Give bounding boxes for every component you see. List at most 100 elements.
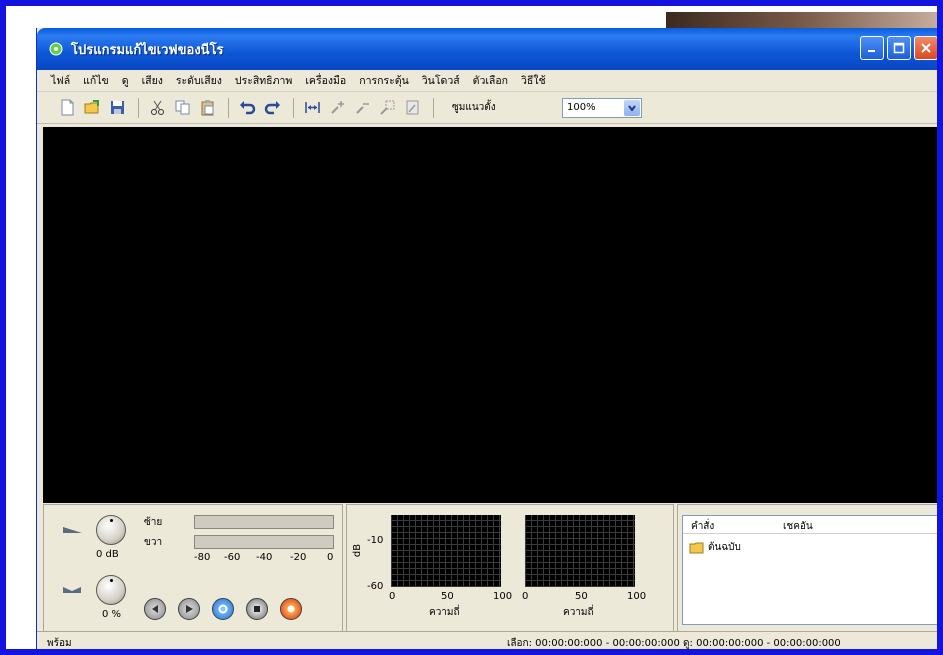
menu-effects[interactable]: ประสิทธิภาพ (235, 72, 292, 89)
loop-button[interactable] (212, 598, 234, 620)
record-icon (287, 605, 295, 613)
copy-icon (175, 100, 189, 115)
meter-tick: -80 (194, 552, 211, 563)
zoom-out-button[interactable] (352, 98, 372, 118)
close-icon (921, 43, 931, 53)
zoom-selection-button[interactable] (377, 98, 397, 118)
zoom-selection-icon (379, 100, 394, 115)
volume-knob[interactable] (96, 515, 126, 545)
rewind-icon (152, 605, 158, 613)
rewind-button[interactable] (144, 598, 166, 620)
screenshot-frame: โปรแกรมแก้ไขเวฟของนีโร ไฟล์ แก้ไข ดู เสี… (0, 0, 943, 655)
menu-help[interactable]: วิธีใช้ (521, 72, 546, 89)
stop-button[interactable] (246, 598, 268, 620)
stop-icon (254, 606, 260, 612)
menu-view[interactable]: ดู (122, 72, 129, 89)
menu-file[interactable]: ไฟล์ (51, 72, 70, 89)
menu-audio[interactable]: เสียง (142, 72, 163, 89)
undo-icon (239, 101, 255, 115)
new-file-icon (61, 99, 73, 116)
copy-button[interactable] (172, 98, 192, 118)
meter-tick: -20 (290, 552, 307, 563)
title-bar[interactable]: โปรแกรมแก้ไขเวฟของนีโร (37, 28, 937, 70)
paste-button[interactable] (197, 98, 217, 118)
menu-options[interactable]: ตัวเลือก (473, 72, 508, 89)
undo-button[interactable] (237, 98, 257, 118)
toolbar-separator (433, 97, 434, 118)
new-file-button[interactable] (57, 98, 77, 118)
maximize-icon (893, 42, 905, 54)
toolbar-separator (293, 97, 294, 118)
window-title: โปรแกรมแก้ไขเวฟของนีโร (71, 42, 224, 58)
toolbar-separator (138, 97, 139, 118)
spectrum-x-tick: 0 (522, 591, 529, 602)
column-checkpoint[interactable]: เชคอัน (783, 519, 813, 534)
close-button[interactable] (914, 36, 937, 60)
redo-icon (264, 101, 280, 115)
save-button[interactable] (107, 98, 127, 118)
toolbar-separator (228, 97, 229, 118)
right-level-meter (194, 535, 334, 549)
spectrum-x-tick: 50 (575, 591, 588, 602)
spectrum-x-tick: 50 (441, 591, 454, 602)
vertical-zoom-label: ซูมแนวตั้ง (452, 102, 496, 113)
menu-windows[interactable]: วินโดวส์ (422, 72, 460, 89)
spectrum-x-label: ความถี่ (429, 607, 460, 618)
cut-button[interactable] (147, 98, 167, 118)
zoom-in-button[interactable] (327, 98, 347, 118)
toolbar: ซูมแนวตั้ง 100% (37, 92, 937, 124)
status-text: พร้อม (47, 637, 72, 649)
menu-bar: ไฟล์ แก้ไข ดู เสียง ระดับเสียง ประสิทธิภ… (37, 70, 937, 92)
column-command[interactable]: คำสั่ง (691, 519, 714, 534)
left-spectrum-graph (391, 515, 501, 587)
save-icon (110, 101, 124, 114)
history-header: คำสั่ง เชคอัน (683, 516, 937, 534)
meter-tick: 0 (327, 552, 334, 563)
redo-button[interactable] (262, 98, 282, 118)
spectrum-x-tick: 100 (627, 591, 647, 602)
minimize-icon (868, 50, 875, 52)
wave-editor-window: โปรแกรมแก้ไขเวฟของนีโร ไฟล์ แก้ไข ดู เสี… (36, 28, 937, 649)
menu-volume[interactable]: ระดับเสียง (176, 72, 222, 89)
fit-width-icon (304, 102, 320, 113)
spectrum-y-tick: -10 (367, 535, 384, 546)
folder-icon (689, 542, 704, 553)
history-list[interactable]: คำสั่ง เชคอัน ต้นฉบับ (682, 515, 937, 625)
menu-trigger[interactable]: การกระตุ้น (359, 72, 409, 89)
history-item-label: ต้นฉบับ (708, 542, 741, 553)
minimize-button[interactable] (860, 36, 884, 60)
zoom-out-icon (355, 103, 369, 114)
menu-tools[interactable]: เครื่องมือ (305, 72, 346, 89)
volume-knob-value: 0 dB (96, 549, 119, 560)
maximize-button[interactable] (887, 36, 911, 60)
left-channel-label: ซ้าย (144, 517, 163, 528)
app-icon (49, 42, 63, 56)
balance-icon (63, 587, 81, 593)
spectrum-x-tick: 0 (389, 591, 396, 602)
record-button[interactable] (280, 598, 302, 620)
cut-icon (150, 100, 164, 115)
waveform-display[interactable] (43, 127, 937, 503)
zoom-dropdown[interactable]: 100% (562, 97, 642, 118)
spectrum-x-label: ความถี่ (563, 607, 594, 618)
spectrum-panel: dB -10 -60 0 50 100 0 50 100 ความถี่ ควา… (346, 504, 674, 632)
zoom-full-button[interactable] (402, 98, 422, 118)
spectrum-y-tick: -60 (367, 581, 384, 592)
meter-tick: -60 (224, 552, 241, 563)
selection-time-readout: เลือก: 00:00:00:000 - 00:00:00:000 ดู: 0… (507, 637, 841, 649)
bottom-panels: 0 dB ซ้าย ขวา -80 -60 -40 -20 0 0 % dB -… (43, 504, 937, 632)
zoom-in-icon (330, 101, 344, 114)
volume-ramp-icon (63, 527, 82, 533)
balance-knob[interactable] (96, 575, 126, 605)
open-button[interactable] (82, 98, 102, 118)
balance-knob-value: 0 % (102, 609, 122, 620)
status-bar: พร้อม เลือก: 00:00:00:000 - 00:00:00:000… (37, 631, 937, 649)
spectrum-x-tick: 100 (493, 591, 513, 602)
history-item[interactable]: ต้นฉบับ (689, 540, 741, 555)
right-channel-label: ขวา (144, 537, 163, 548)
loop-icon (218, 604, 228, 614)
dropdown-arrow[interactable] (624, 99, 640, 116)
menu-edit[interactable]: แก้ไข (83, 72, 109, 89)
fit-width-button[interactable] (302, 98, 322, 118)
play-button[interactable] (178, 598, 200, 620)
